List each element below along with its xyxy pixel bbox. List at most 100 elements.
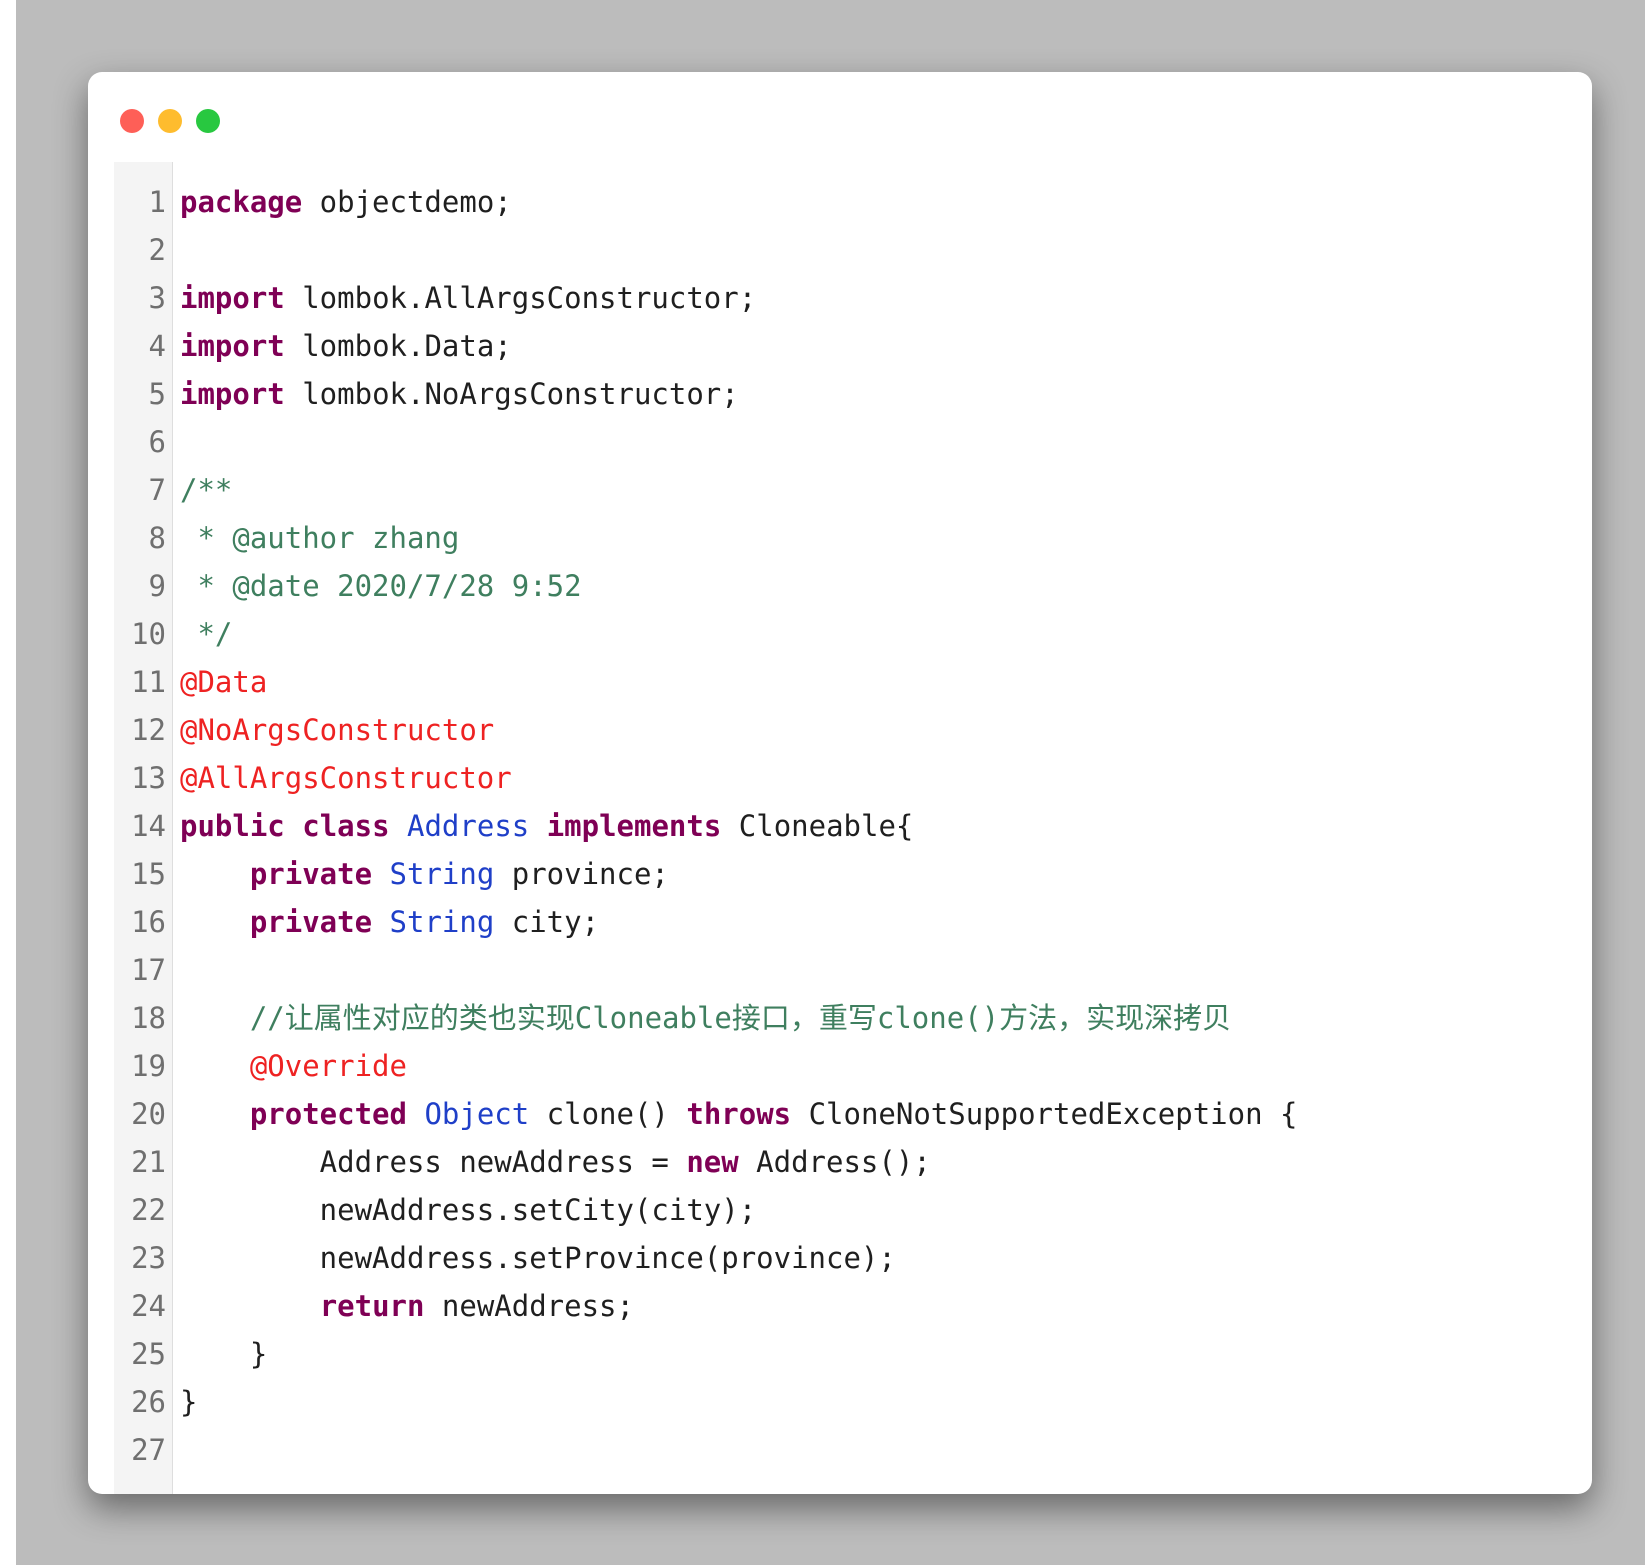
code-line: 15 private String province; [114, 850, 1592, 898]
code-token: throws [686, 1097, 792, 1131]
code-token: newAddress.setCity(city); [180, 1193, 757, 1227]
code-token: class [302, 809, 390, 843]
code-line: 12 @NoArgsConstructor [114, 706, 1592, 754]
code-line: 24 return newAddress; [114, 1282, 1592, 1330]
code-line: 26} [114, 1378, 1592, 1426]
line-number: 27 [131, 1433, 166, 1467]
code-token: String [389, 857, 495, 891]
line-number: 1 [148, 185, 166, 219]
minimize-dot-icon[interactable] [158, 109, 182, 133]
line-text: package objectdemo; [180, 178, 512, 226]
code-token: @Override [249, 1049, 407, 1083]
line-text: //让属性对应的类也实现Cloneable接口，重写clone()方法，实现深拷… [180, 994, 1231, 1042]
line-text: @Data [180, 658, 267, 706]
code-token: Address(); [738, 1145, 931, 1179]
code-token: Cloneable{ [721, 809, 914, 843]
code-token: Address newAddress = [180, 1145, 687, 1179]
code-token: province; [494, 857, 669, 891]
line-text: import lombok.AllArgsConstructor; [180, 274, 756, 322]
code-token: lombok.NoArgsConstructor; [284, 377, 739, 411]
code-token: newAddress.setProvince(province); [180, 1241, 896, 1275]
line-text: @Override [180, 1042, 407, 1090]
code-token: lombok.Data; [284, 329, 512, 363]
code-token: @NoArgsConstructor [180, 713, 495, 747]
code-token: Address [407, 809, 530, 843]
code-token: return [319, 1289, 425, 1323]
line-number: 12 [131, 713, 166, 747]
line-number: 15 [131, 857, 166, 891]
code-line: 20 protected Object clone() throws Clone… [114, 1090, 1592, 1138]
line-text: } [180, 1330, 267, 1378]
line-number: 5 [148, 377, 166, 411]
code-token: CloneNotSupportedException { [791, 1097, 1298, 1131]
line-number: 10 [131, 617, 166, 651]
line-text: import lombok.Data; [180, 322, 512, 370]
line-number: 17 [131, 953, 166, 987]
line-number: 6 [148, 425, 166, 459]
code-token: import [180, 329, 285, 363]
line-text: protected Object clone() throws CloneNot… [180, 1090, 1298, 1138]
code-token: public [180, 809, 285, 843]
line-text: @AllArgsConstructor [180, 754, 512, 802]
code-line: 10 */ [114, 610, 1592, 658]
line-number: 25 [131, 1337, 166, 1371]
line-text: } [180, 1378, 197, 1426]
code-line: 17 [114, 946, 1592, 994]
line-number: 11 [131, 665, 166, 699]
code-token: @Data [180, 665, 268, 699]
line-text: /** [180, 466, 232, 514]
code-line: 1 package objectdemo; [114, 178, 1592, 226]
line-text: newAddress.setProvince(province); [180, 1234, 896, 1282]
code-token: @AllArgsConstructor [180, 761, 512, 795]
code-line: 14 public class Address implements Clonea… [114, 802, 1592, 850]
line-number: 23 [131, 1241, 166, 1275]
code-lines: 1 package objectdemo; 2 3 import lombok.AllA… [114, 178, 1592, 1474]
code-line: 19 @Override [114, 1042, 1592, 1090]
code-token: */ [180, 617, 233, 651]
code-token: lombok.AllArgsConstructor; [284, 281, 757, 315]
code-token: new [686, 1145, 739, 1179]
code-editor[interactable]: 1 package objectdemo; 2 3 import lombok.AllA… [114, 162, 1592, 1494]
code-line: 23 newAddress.setProvince(province); [114, 1234, 1592, 1282]
code-line: 3 import lombok.AllArgsConstructor; [114, 274, 1592, 322]
line-text: newAddress.setCity(city); [180, 1186, 757, 1234]
line-number: 21 [131, 1145, 166, 1179]
line-number: 19 [131, 1049, 166, 1083]
close-dot-icon[interactable] [120, 109, 144, 133]
code-token: /** [180, 473, 233, 507]
code-token: city; [494, 905, 600, 939]
code-line: 25 } [114, 1330, 1592, 1378]
code-token: * @author zhang [180, 521, 460, 555]
line-text: Address newAddress = new Address(); [180, 1138, 931, 1186]
code-window: 1 package objectdemo; 2 3 import lombok.AllA… [88, 72, 1592, 1494]
code-token: * @date 2020/7/28 9:52 [180, 569, 582, 603]
maximize-dot-icon[interactable] [196, 109, 220, 133]
code-line: 11 @Data [114, 658, 1592, 706]
line-text: return newAddress; [180, 1282, 634, 1330]
line-number: 26 [131, 1385, 166, 1419]
code-token: private [249, 857, 373, 891]
code-token: //让属性对应的类也实现Cloneable接口，重写clone()方法，实现深拷… [180, 1001, 1232, 1035]
line-number: 8 [148, 521, 166, 555]
code-token: String [389, 905, 495, 939]
code-token: private [249, 905, 373, 939]
code-token: implements [546, 809, 722, 843]
code-line: 22 newAddress.setCity(city); [114, 1186, 1592, 1234]
code-token: import [180, 377, 285, 411]
code-line: 21 Address newAddress = new Address(); [114, 1138, 1592, 1186]
code-line: 8 * @author zhang [114, 514, 1592, 562]
line-text: @NoArgsConstructor [180, 706, 494, 754]
code-token: import [180, 281, 285, 315]
line-text: public class Address implements Cloneabl… [180, 802, 913, 850]
